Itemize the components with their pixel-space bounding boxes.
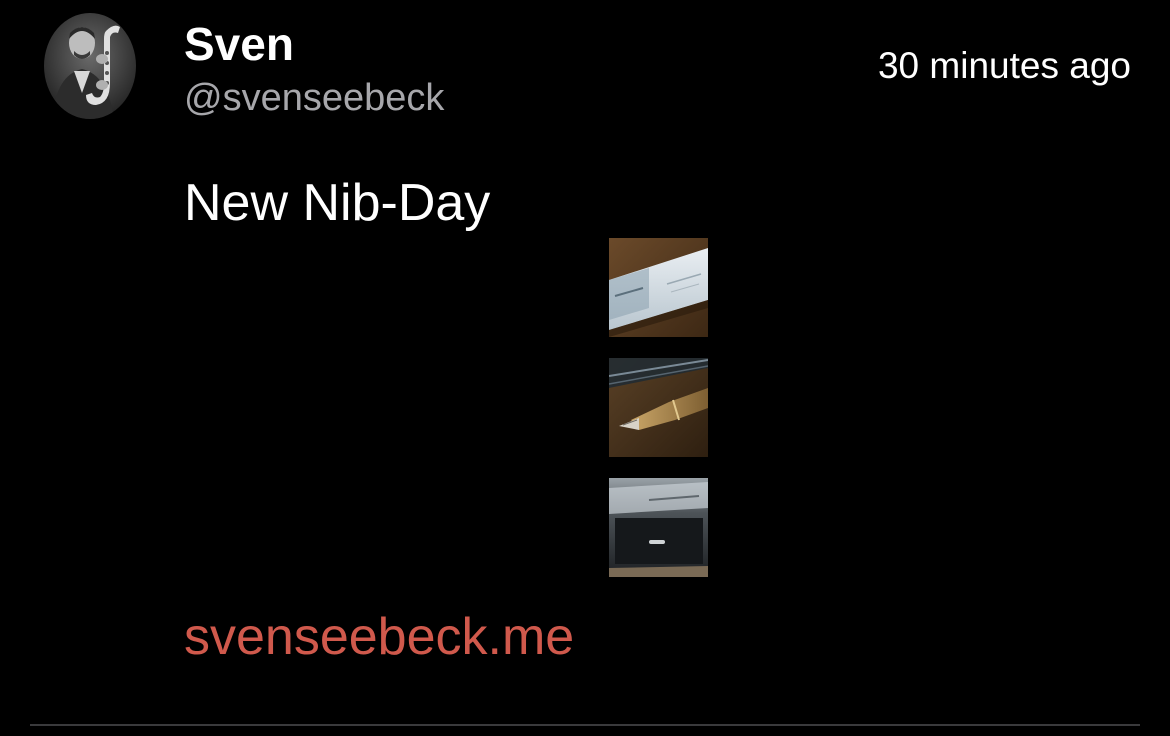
author-display-name[interactable]: Sven (184, 14, 294, 74)
attachment-thumbnail[interactable] (609, 478, 708, 577)
fountain-pen-nib-photo-icon (609, 358, 708, 457)
pen-box-photo-icon (609, 238, 708, 337)
avatar-portrait-icon (44, 13, 136, 119)
attachment-thumbnail[interactable] (609, 358, 708, 457)
post-link[interactable]: svenseebeck.me (184, 604, 574, 670)
timeline-post[interactable]: Sven @svenseebeck 30 minutes ago New Nib… (0, 0, 1170, 736)
post-timestamp: 30 minutes ago (877, 45, 1131, 86)
author-handle[interactable]: @svenseebeck (184, 74, 444, 122)
attachment-thumbnail[interactable] (609, 238, 708, 337)
avatar[interactable] (44, 13, 136, 119)
pen-case-photo-icon (609, 478, 708, 577)
post-text: New Nib-Day (184, 174, 491, 232)
divider (30, 724, 1140, 726)
